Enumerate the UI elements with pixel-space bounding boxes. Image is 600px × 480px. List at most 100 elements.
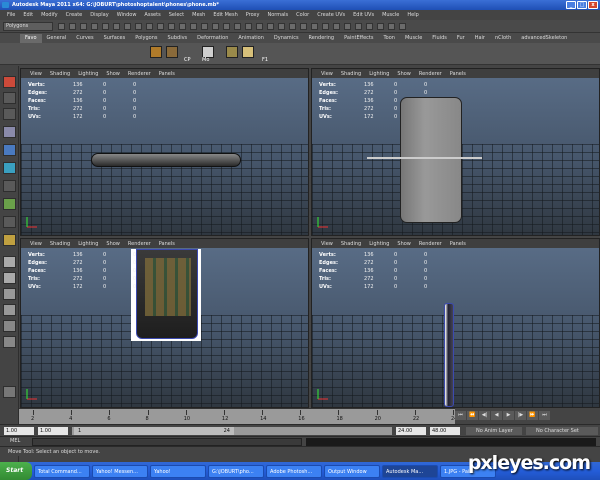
menu-item[interactable]: Mesh [188,12,209,18]
status-tool-icon[interactable] [146,23,153,30]
layout-extra-icon[interactable] [3,386,16,398]
status-tool-icon[interactable] [157,23,164,30]
viewport-top[interactable]: View Shading Lighting Show Renderer Pane… [20,68,309,236]
playback-end-field[interactable]: 24.00 [396,427,426,435]
taskbar-item[interactable]: Yahoo! Messen... [92,464,148,478]
status-tool-icon[interactable] [311,23,318,30]
panel-menu-shading[interactable]: Shading [337,241,365,247]
phone-model-front[interactable] [400,97,462,223]
minimize-button[interactable]: _ [566,1,576,9]
shelf-tab[interactable]: nCloth [490,34,516,43]
prev-key-button[interactable]: ◀| [479,411,490,420]
status-tool-icon[interactable] [366,23,373,30]
panel-menu-panels[interactable]: Panels [155,241,179,247]
taskbar-item[interactable]: G:\JOBURT\pho... [208,464,264,478]
status-tool-icon[interactable] [212,23,219,30]
taskbar-item[interactable]: Autodesk Ma... [382,464,438,478]
panel-menu-renderer[interactable]: Renderer [415,71,446,77]
menu-item[interactable]: Assets [140,12,164,18]
panel-menu-view[interactable]: View [26,241,46,247]
panel-menu-view[interactable]: View [317,241,337,247]
panel-menu-lighting[interactable]: Lighting [74,71,102,77]
status-tool-icon[interactable] [344,23,351,30]
select-tool-icon[interactable] [3,76,16,88]
status-tool-icon[interactable] [322,23,329,30]
panel-menu-lighting[interactable]: Lighting [365,241,393,247]
shelf-tab[interactable]: Curves [71,34,98,43]
shelf-tab[interactable]: Dynamics [269,34,304,43]
panel-menu-show[interactable]: Show [393,71,415,77]
panel-menu-renderer[interactable]: Renderer [124,241,155,247]
status-tool-icon[interactable] [179,23,186,30]
step-back-button[interactable]: ⏪ [467,411,478,420]
paint-select-icon[interactable] [3,108,16,120]
panel-menu-view[interactable]: View [26,71,46,77]
menu-item[interactable]: Normals [263,12,292,18]
playback-start-field[interactable]: 1.00 [38,427,68,435]
menu-item[interactable]: Window [113,12,141,18]
range-slider[interactable]: 1 24 [72,427,392,435]
layout-graph-icon[interactable] [3,336,16,348]
menu-item[interactable]: Select [165,12,188,18]
shelf-tab[interactable]: Favo [20,33,42,43]
status-tool-icon[interactable] [278,23,285,30]
shelf-tab[interactable]: Fluids [427,34,452,43]
close-button[interactable]: x [588,1,598,9]
shelf-tab[interactable]: Toon [378,34,400,43]
face-tool-icon[interactable] [242,46,254,58]
soft-mod-icon[interactable] [3,198,16,210]
status-tool-icon[interactable] [256,23,263,30]
status-tool-icon[interactable] [289,23,296,30]
shelf-tab[interactable]: General [42,34,72,43]
menu-item[interactable]: Proxy [242,12,264,18]
panel-menu-panels[interactable]: Panels [446,71,470,77]
shelf-tab[interactable]: Hair [470,34,490,43]
panel-menu-view[interactable]: View [317,71,337,77]
menu-item[interactable]: Muscle [378,12,403,18]
shelf-tab[interactable]: Deformation [192,34,233,43]
status-tool-icon[interactable] [399,23,406,30]
panel-menu-renderer[interactable]: Renderer [124,71,155,77]
step-forward-button[interactable]: ⏩ [527,411,538,420]
polygon-cube-icon[interactable] [150,46,162,58]
menu-item[interactable]: Edit Mesh [209,12,241,18]
taskbar-item[interactable]: Adobe Photosh... [266,464,322,478]
anim-layer-dropdown[interactable]: No Anim Layer [466,427,522,435]
shelf-tab[interactable]: Polygons [130,34,162,43]
panel-menu-lighting[interactable]: Lighting [365,71,393,77]
status-tool-icon[interactable] [388,23,395,30]
shelf-tab[interactable]: advancedSkeleton [516,34,572,43]
panel-menu-lighting[interactable]: Lighting [74,241,102,247]
status-tool-icon[interactable] [201,23,208,30]
go-start-button[interactable]: ⏮ [455,411,466,420]
play-forward-button[interactable]: ▶ [503,411,514,420]
range-handle[interactable]: 1 24 [74,427,234,435]
shelf-tab[interactable]: Animation [233,34,269,43]
status-tool-icon[interactable] [102,23,109,30]
phone-model-side[interactable] [91,153,241,167]
menu-item[interactable]: Help [403,12,422,18]
status-tool-icon[interactable] [58,23,65,30]
scale-tool-icon[interactable] [3,162,16,174]
panel-menu-panels[interactable]: Panels [446,241,470,247]
maximize-button[interactable]: □ [577,1,587,9]
menu-item[interactable]: File [3,12,19,18]
next-key-button[interactable]: |▶ [515,411,526,420]
taskbar-item[interactable]: Yahoo! [150,464,206,478]
lasso-tool-icon[interactable] [3,92,16,104]
custom-tool-icon[interactable] [3,234,16,246]
panel-menu-shading[interactable]: Shading [46,71,74,77]
command-input[interactable] [32,438,302,446]
move-tool-icon[interactable] [3,126,16,138]
center-pivot-icon[interactable] [166,46,178,58]
shelf-tab[interactable]: Fur [452,34,470,43]
start-button[interactable]: Start [0,462,32,480]
status-tool-icon[interactable] [223,23,230,30]
status-tool-icon[interactable] [300,23,307,30]
panel-menu-shading[interactable]: Shading [337,71,365,77]
panel-menu-renderer[interactable]: Renderer [415,241,446,247]
taskbar-item[interactable]: Output Window [324,464,380,478]
status-tool-icon[interactable] [377,23,384,30]
status-tool-icon[interactable] [91,23,98,30]
status-tool-icon[interactable] [113,23,120,30]
